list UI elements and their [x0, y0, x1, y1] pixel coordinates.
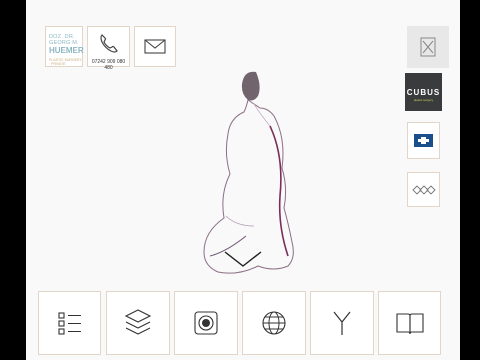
logo-tagline: PLASTIC SURGERY · PRIVATE [49, 58, 82, 66]
app-screen: DOZ. DR. GEORG M. HUEMER PLASTIC SURGERY … [26, 0, 460, 360]
nav-fork-button[interactable] [310, 291, 374, 355]
phone-icon [100, 34, 118, 53]
nav-layers-button[interactable] [106, 291, 170, 355]
record-icon [194, 311, 218, 335]
close-button[interactable] [407, 26, 449, 68]
globe-icon [262, 311, 286, 335]
diamonds-logo-icon [412, 185, 436, 195]
mail-icon [144, 39, 166, 54]
logo-tile[interactable]: DOZ. DR. GEORG M. HUEMER PLASTIC SURGERY … [45, 26, 84, 67]
right-letterbox [460, 0, 480, 360]
left-letterbox [0, 0, 26, 360]
book-icon [395, 313, 424, 335]
cubus-subtitle: plastic surgery [413, 98, 434, 102]
cubus-brand-link[interactable]: CUBUS plastic surgery [405, 73, 442, 111]
phone-number: 07242 909 080 480 [91, 59, 126, 71]
close-icon [420, 37, 436, 57]
nav-record-button[interactable] [174, 291, 238, 355]
nav-globe-button[interactable] [242, 291, 306, 355]
fork-icon [333, 311, 351, 335]
cross-badge-icon [414, 134, 433, 147]
nav-book-button[interactable] [378, 291, 441, 355]
logo-name: HUEMER [49, 46, 84, 55]
logo-line1: DOZ. DR. GEORG M. [49, 34, 79, 46]
brand-link-cross[interactable] [407, 122, 440, 159]
scroll-down-icon[interactable] [223, 249, 263, 269]
brand-link-diamonds[interactable] [407, 172, 440, 207]
mail-button[interactable] [134, 26, 176, 67]
list-icon [57, 312, 81, 335]
cubus-name: CUBUS [406, 88, 441, 97]
phone-button[interactable]: 07242 909 080 480 [87, 26, 130, 71]
nav-list-button[interactable] [38, 291, 101, 355]
layers-icon [124, 309, 152, 335]
